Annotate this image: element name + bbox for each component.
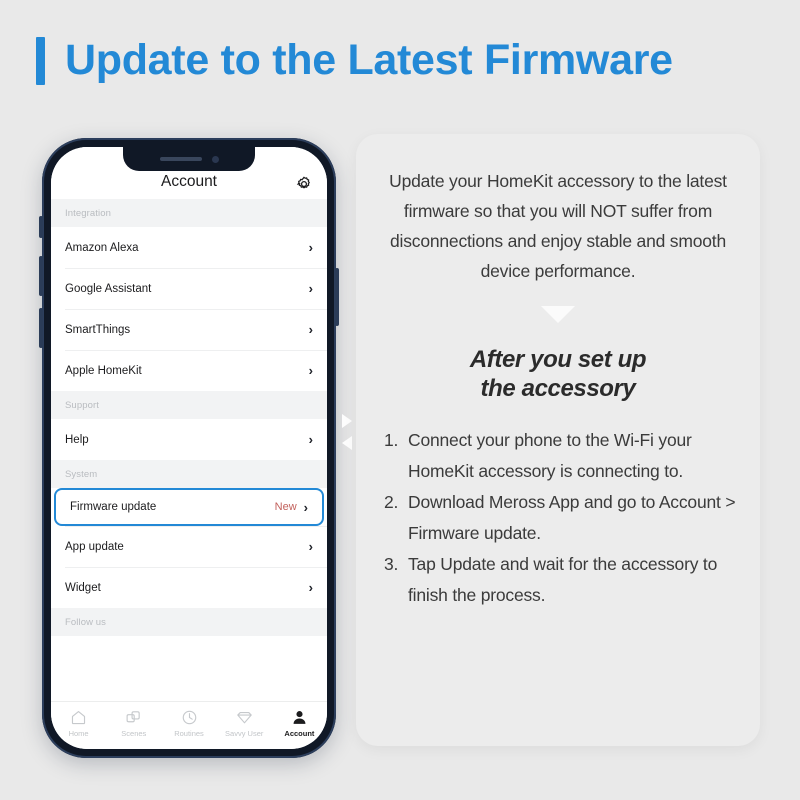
settings-row-label: Firmware update bbox=[70, 501, 157, 513]
clock-icon bbox=[181, 709, 198, 726]
tab-scenes[interactable]: Scenes bbox=[106, 709, 161, 738]
tab-home[interactable]: Home bbox=[51, 709, 106, 738]
navbar-title: Account bbox=[160, 173, 217, 190]
settings-section-header: Follow us bbox=[51, 608, 327, 636]
diamond-icon bbox=[236, 709, 253, 726]
person-icon bbox=[291, 709, 308, 726]
tab-label: Savvy User bbox=[225, 729, 264, 738]
phone-notch bbox=[123, 147, 255, 171]
settings-row[interactable]: Help › bbox=[51, 419, 327, 460]
page-header: Update to the Latest Firmware bbox=[36, 36, 673, 85]
instruction-step: 3. Tap Update and wait for the accessory … bbox=[384, 549, 738, 611]
tab-savvy-user[interactable]: Savvy User bbox=[217, 709, 272, 738]
chevron-right-icon: › bbox=[308, 580, 313, 595]
settings-list: Integration Amazon Alexa › Google Assistant… bbox=[51, 199, 327, 701]
instruction-step: 1. Connect your phone to the Wi-Fi your H… bbox=[384, 425, 738, 487]
settings-row[interactable]: Google Assistant › bbox=[51, 268, 327, 309]
settings-row[interactable]: Amazon Alexa › bbox=[51, 227, 327, 268]
step-text: Tap Update and wait for the accessory to… bbox=[408, 554, 718, 605]
step-number: 2. bbox=[384, 492, 399, 512]
triangle-down-icon bbox=[541, 306, 575, 323]
instruction-step: 2. Download Meross App and go to Account … bbox=[384, 487, 738, 549]
chevron-right-icon: › bbox=[303, 499, 308, 515]
triangle-left-icon bbox=[342, 436, 352, 450]
step-text: Download Meross App and go to Account > … bbox=[408, 492, 736, 543]
page-title: Update to the Latest Firmware bbox=[65, 36, 673, 84]
tab-account[interactable]: Account bbox=[272, 709, 327, 738]
tab-label: Account bbox=[284, 729, 315, 738]
settings-row[interactable]: App update › bbox=[51, 526, 327, 567]
settings-row-label: App update bbox=[65, 540, 124, 553]
chevron-right-icon: › bbox=[308, 539, 313, 554]
step-text: Connect your phone to the Wi-Fi your Hom… bbox=[408, 430, 692, 481]
page-root: Update to the Latest Firmware Account In… bbox=[0, 0, 800, 800]
card-sub-heading: After you set up the accessory bbox=[378, 345, 738, 403]
step-number: 3. bbox=[384, 554, 399, 574]
bottom-tabbar: Home Scenes Routines Savvy User Account bbox=[51, 701, 327, 749]
phone-volume-down bbox=[39, 308, 43, 348]
home-icon bbox=[70, 709, 87, 726]
settings-section-header: Support bbox=[51, 391, 327, 419]
triangle-right-icon bbox=[342, 414, 352, 428]
chevron-right-icon: › bbox=[308, 281, 313, 296]
settings-section-header: Integration bbox=[51, 199, 327, 227]
settings-row-label: Amazon Alexa bbox=[65, 241, 139, 254]
phone-power-button bbox=[335, 268, 339, 326]
chevron-right-icon: › bbox=[308, 363, 313, 378]
settings-row-label: Apple HomeKit bbox=[65, 364, 142, 377]
settings-row[interactable]: SmartThings › bbox=[51, 309, 327, 350]
phone-volume-up bbox=[39, 256, 43, 296]
settings-row-label: Google Assistant bbox=[65, 282, 152, 295]
tab-label: Scenes bbox=[121, 729, 147, 738]
sub-heading-line-1: After you set up bbox=[469, 346, 647, 373]
panel-connector-arrows bbox=[340, 414, 356, 458]
step-number: 1. bbox=[384, 430, 399, 450]
settings-row-label: Widget bbox=[65, 581, 101, 594]
settings-row[interactable]: Firmware update New › bbox=[54, 488, 324, 526]
card-steps-list: 1. Connect your phone to the Wi-Fi your H… bbox=[378, 425, 738, 611]
card-intro-text: Update your HomeKit accessory to the lat… bbox=[389, 171, 727, 281]
phone-screen: Account Integration Amazon Alexa › Google A… bbox=[51, 147, 327, 749]
tab-routines[interactable]: Routines bbox=[161, 709, 216, 738]
phone-mockup: Account Integration Amazon Alexa › Google A… bbox=[39, 138, 339, 758]
settings-row[interactable]: Apple HomeKit › bbox=[51, 350, 327, 391]
sub-heading-line-2: the accessory bbox=[480, 375, 636, 402]
settings-row[interactable]: Widget › bbox=[51, 567, 327, 608]
chevron-right-icon: › bbox=[308, 240, 313, 255]
status-badge: New bbox=[274, 501, 297, 513]
chevron-right-icon: › bbox=[308, 322, 313, 337]
gear-icon[interactable] bbox=[295, 175, 313, 193]
front-camera-icon bbox=[211, 155, 219, 163]
settings-section-header: System bbox=[51, 460, 327, 488]
scenes-icon bbox=[125, 709, 142, 726]
tab-label: Home bbox=[68, 729, 89, 738]
settings-row-label: SmartThings bbox=[65, 323, 131, 336]
header-accent-bar bbox=[36, 36, 45, 85]
settings-row-label: Help bbox=[65, 433, 89, 446]
earpiece-speaker-icon bbox=[159, 157, 202, 161]
tab-label: Routines bbox=[174, 729, 204, 738]
chevron-right-icon: › bbox=[308, 432, 313, 447]
instruction-card: Update your HomeKit accessory to the lat… bbox=[356, 134, 760, 746]
phone-mute-switch bbox=[39, 216, 43, 238]
